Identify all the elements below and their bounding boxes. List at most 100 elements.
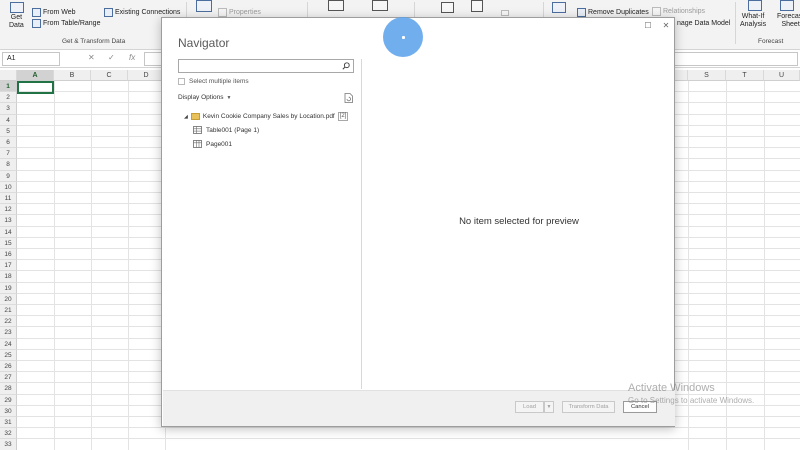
grid-column-line <box>91 81 92 450</box>
search-input[interactable] <box>178 59 354 73</box>
transform-data-button[interactable]: Transform Data <box>562 401 615 413</box>
row-header[interactable]: 12 <box>0 204 17 216</box>
close-icon[interactable]: ✕ <box>661 21 671 30</box>
row-header[interactable]: 8 <box>0 159 17 171</box>
existing-connections-button[interactable]: Existing Connections <box>104 8 180 17</box>
cancel-icon[interactable]: ✕ <box>88 53 95 62</box>
row-header[interactable]: 7 <box>0 148 17 160</box>
row-header[interactable]: 29 <box>0 394 17 406</box>
active-cell[interactable] <box>17 81 54 94</box>
row-header[interactable]: 25 <box>0 349 17 361</box>
row-header[interactable]: 9 <box>0 170 17 182</box>
row-header[interactable]: 14 <box>0 226 17 238</box>
maximize-icon[interactable]: ☐ <box>643 21 653 30</box>
row-header[interactable]: 21 <box>0 305 17 317</box>
row-header[interactable]: 26 <box>0 361 17 373</box>
row-header[interactable]: 16 <box>0 249 17 261</box>
row-header[interactable]: 1 <box>0 81 17 93</box>
reapply-icon[interactable] <box>501 10 509 16</box>
remove-duplicates-button[interactable]: Remove Duplicates <box>577 8 649 17</box>
grid-column-line <box>54 81 55 450</box>
get-data-button[interactable]: Get Data <box>9 14 24 30</box>
enter-icon[interactable]: ✓ <box>108 53 115 62</box>
row-header[interactable]: 13 <box>0 215 17 227</box>
row-header[interactable]: 19 <box>0 282 17 294</box>
grid-column-line <box>688 81 689 450</box>
grid-row-line <box>17 427 800 429</box>
row-header[interactable]: 32 <box>0 428 17 440</box>
row-header[interactable]: 3 <box>0 103 17 115</box>
what-if-icon[interactable] <box>748 0 762 11</box>
name-box[interactable]: A1 <box>2 52 60 66</box>
forecast-group-label: Forecast <box>758 38 784 45</box>
get-transform-group-label: Get & Transform Data <box>62 38 126 45</box>
properties-button[interactable]: Properties <box>218 8 261 17</box>
from-web-button[interactable]: From Web <box>32 8 76 17</box>
row-header[interactable]: 10 <box>0 181 17 193</box>
activate-windows-subtitle: Go to Settings to activate Windows. <box>628 396 755 405</box>
row-header[interactable]: 28 <box>0 383 17 395</box>
row-header[interactable]: 23 <box>0 327 17 339</box>
tree-item-label: Table001 (Page 1) <box>206 126 260 134</box>
column-header[interactable]: D <box>128 70 165 81</box>
column-header[interactable]: A <box>17 70 54 81</box>
select-multiple-row[interactable]: Select multiple items <box>178 78 249 85</box>
search-icon[interactable] <box>342 62 350 70</box>
column-header[interactable]: B <box>54 70 91 81</box>
row-header[interactable]: 31 <box>0 417 17 429</box>
tree-item-page001[interactable]: Page001 <box>193 140 232 148</box>
stocks-icon[interactable] <box>328 0 344 11</box>
refresh-all-icon[interactable] <box>196 0 212 12</box>
row-header[interactable]: 2 <box>0 92 17 104</box>
from-table-range-button[interactable]: From Table/Range <box>32 19 100 28</box>
row-header[interactable]: 5 <box>0 125 17 137</box>
row-header[interactable]: 27 <box>0 372 17 384</box>
column-header[interactable]: S <box>688 70 726 81</box>
caret-down-icon: ▼ <box>546 404 552 410</box>
row-header[interactable]: 30 <box>0 405 17 417</box>
dialog-footer: Load ▼ Transform Data Cancel <box>163 390 675 426</box>
row-header[interactable]: 6 <box>0 137 17 149</box>
folder-icon <box>190 113 200 120</box>
relationships-label: Relationships <box>663 8 706 15</box>
load-dropdown-button[interactable]: ▼ <box>544 401 554 413</box>
what-if-analysis-button[interactable]: What-If Analysis <box>740 13 766 29</box>
tree-file-node[interactable]: ◢ Kevin Cookie Company Sales by Location… <box>184 112 349 121</box>
column-header[interactable]: C <box>91 70 128 81</box>
item-count-badge: [2] <box>337 112 349 121</box>
tree-item-table001[interactable]: Table001 (Page 1) <box>193 126 259 134</box>
row-header[interactable]: 18 <box>0 271 17 283</box>
relationships-button[interactable]: Relationships <box>652 7 705 16</box>
display-options-button[interactable]: Display Options ▼ <box>178 94 231 101</box>
column-header[interactable]: U <box>764 70 800 81</box>
manage-data-model-button[interactable]: nage Data Model <box>677 20 730 27</box>
row-header[interactable]: 24 <box>0 338 17 350</box>
row-header[interactable]: 17 <box>0 260 17 272</box>
manage-data-model-label: nage Data Model <box>677 20 731 27</box>
forecast-sheet-icon[interactable] <box>780 0 794 11</box>
row-header[interactable]: 11 <box>0 193 17 205</box>
row-header[interactable]: 22 <box>0 316 17 328</box>
forecast-sheet-button[interactable]: Forecast Sheet <box>777 13 800 29</box>
tree-item-label: Page001 <box>206 140 233 148</box>
function-icon[interactable]: fx <box>129 53 135 62</box>
display-options-label: Display Options <box>178 94 224 101</box>
what-if-label: What-If <box>741 13 765 20</box>
row-header[interactable]: 4 <box>0 114 17 126</box>
grid-row-line <box>17 438 800 440</box>
grid-column-line <box>128 81 129 450</box>
select-all-corner[interactable] <box>0 70 17 81</box>
row-header[interactable]: 15 <box>0 237 17 249</box>
collapse-icon[interactable]: ◢ <box>184 114 188 120</box>
load-button[interactable]: Load <box>515 401 544 413</box>
refresh-icon[interactable] <box>344 93 353 103</box>
filter-icon[interactable] <box>471 0 483 12</box>
sort-icon[interactable] <box>441 2 454 13</box>
remove-duplicates-label: Remove Duplicates <box>588 9 649 16</box>
row-header[interactable]: 20 <box>0 293 17 305</box>
text-to-columns-icon[interactable] <box>552 2 566 13</box>
column-header[interactable]: T <box>726 70 764 81</box>
row-header[interactable]: 33 <box>0 439 17 450</box>
geography-icon[interactable] <box>372 0 388 11</box>
select-multiple-checkbox[interactable] <box>178 78 185 85</box>
